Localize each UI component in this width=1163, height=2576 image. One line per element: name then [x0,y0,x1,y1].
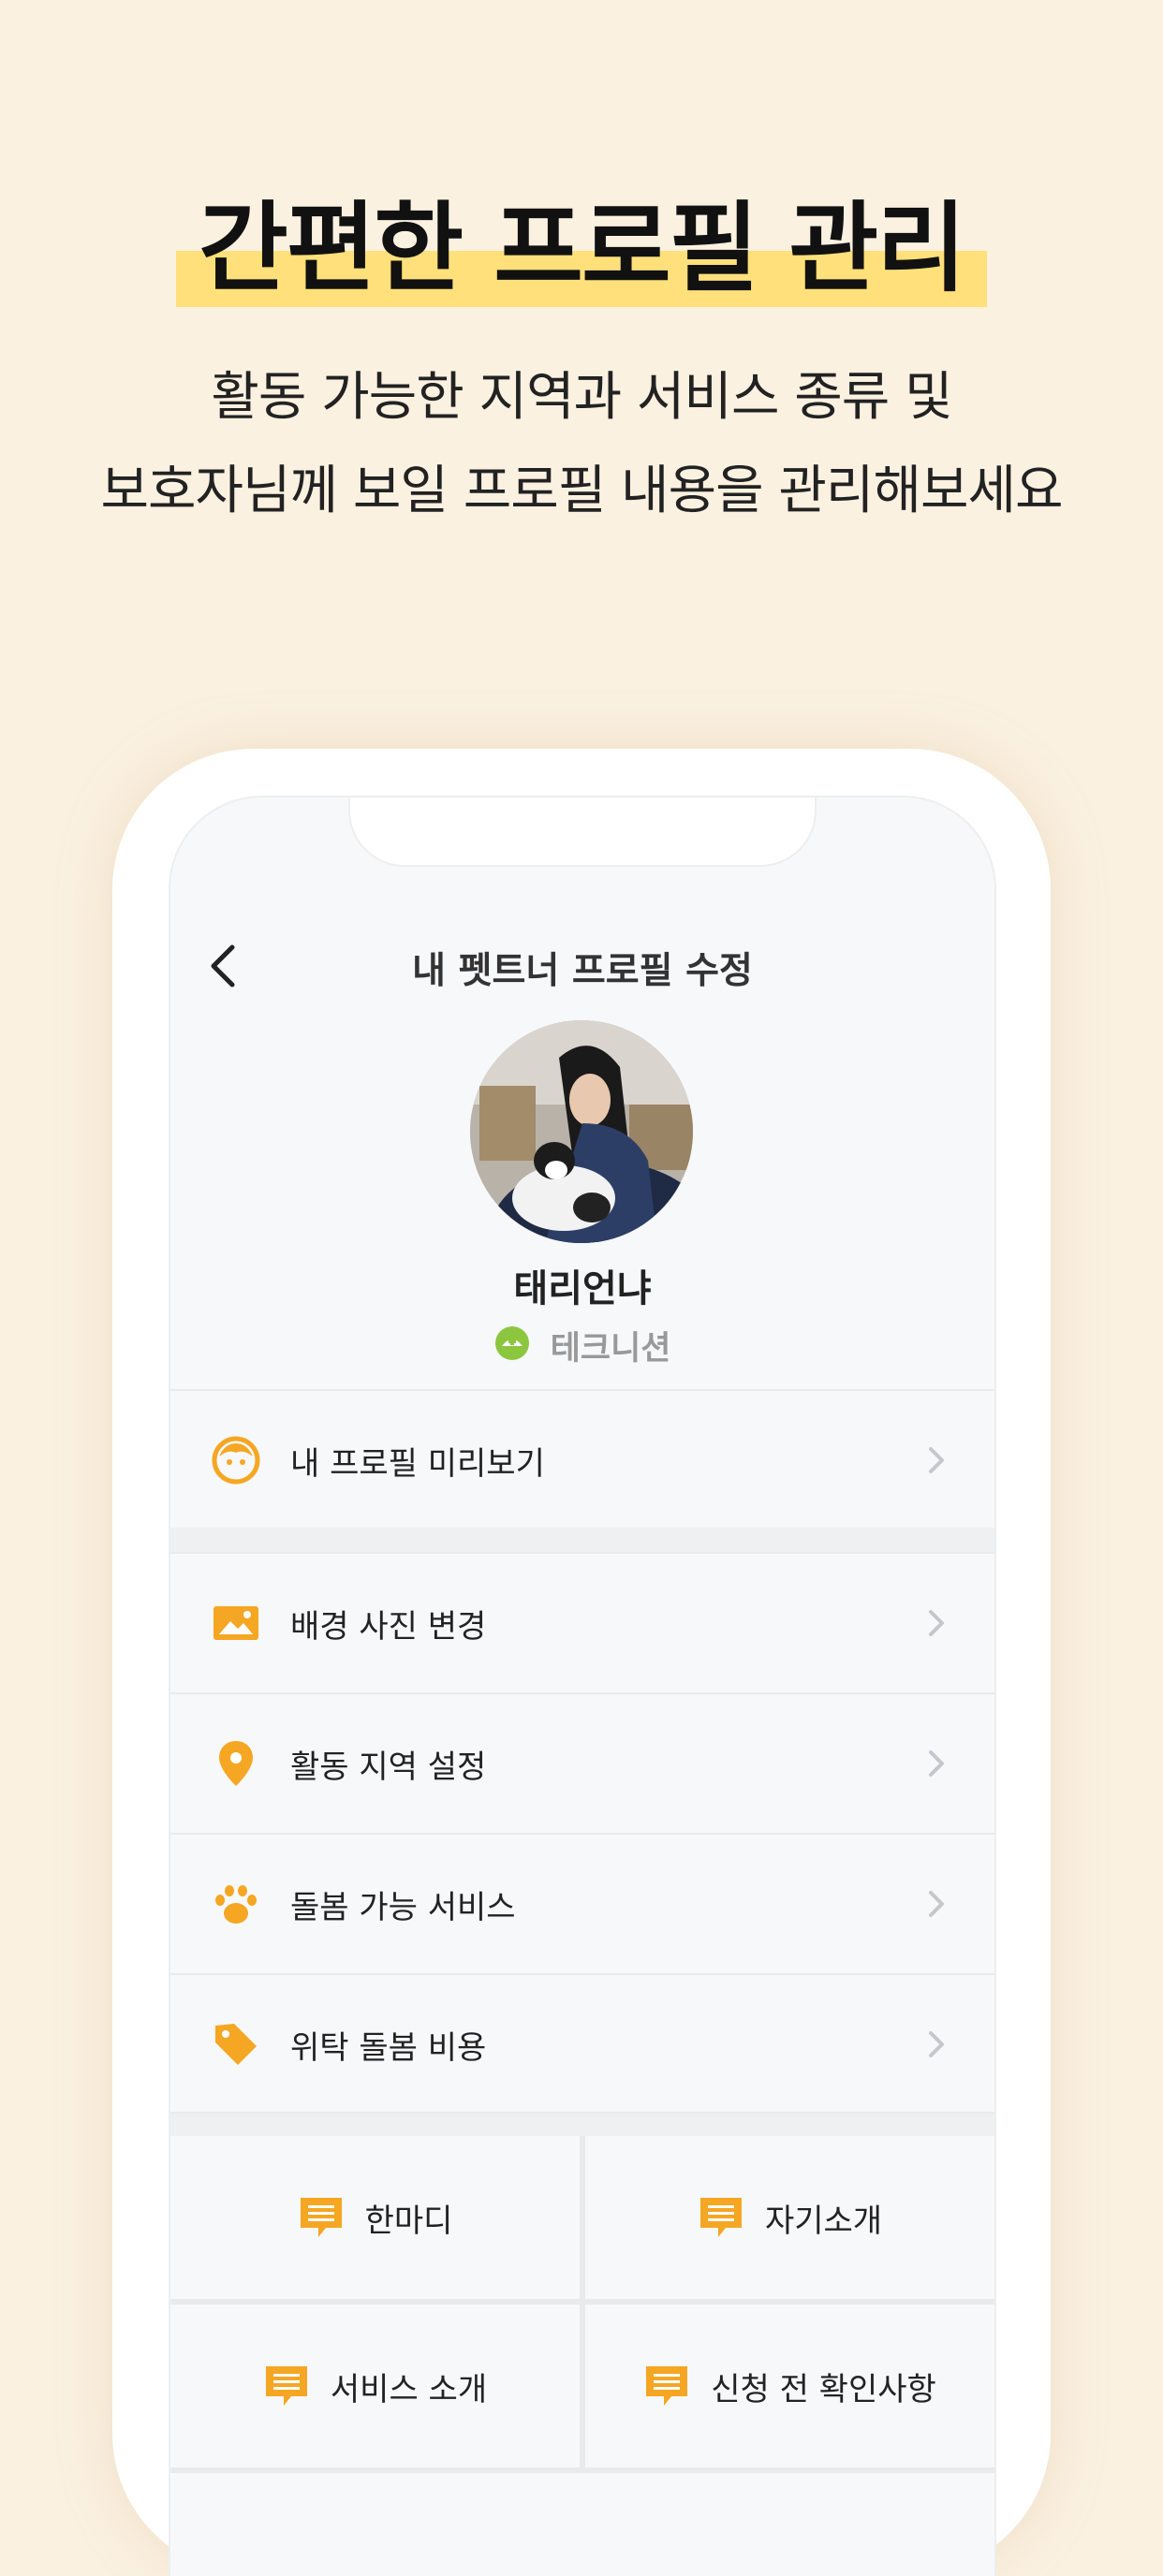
nurse-cap-icon [494,1325,529,1360]
menu-item-label: 배경 사진 변경 [290,1608,487,1646]
grid-item-self-intro[interactable]: 자기소개 [585,2136,994,2299]
subtitle-line-1: 활동 가능한 지역과 서비스 종류 및 [211,367,952,428]
phone-screen: 내 펫트너 프로필 수정 태리언냐 테크니션 내 프로필 미리보기 배경 사진 … [169,796,996,2576]
grid-item-label: 자기소개 [764,2202,883,2240]
menu-item-label: 돌봄 가능 서비스 [290,1889,516,1926]
menu-item-label: 활동 지역 설정 [290,1749,487,1786]
chevron-right-icon [929,2031,944,2057]
headline: 간편한 프로필 관리 [176,187,987,309]
message-icon [300,2198,342,2237]
image-icon [213,1606,258,1640]
profile-name: 태리언냐 [513,1267,652,1310]
page-title: 내 펫트너 프로필 수정 [412,950,753,992]
chevron-right-icon [929,1891,944,1917]
grid-item-service-intro[interactable]: 서비스 소개 [170,2305,580,2467]
price-tag-icon [215,2024,257,2065]
menu-item-label: 내 프로필 미리보기 [290,1445,545,1483]
chevron-right-icon [929,1447,944,1473]
back-button[interactable] [197,938,253,994]
menu-item-label: 위탁 돌봄 비용 [290,2029,487,2067]
phone-notch [348,798,817,867]
chevron-right-icon [929,1610,944,1636]
menu-item-background-photo[interactable]: 배경 사진 변경 [170,1552,994,1690]
subtitle: 활동 가능한 지역과 서비스 종류 및 보호자님께 보일 프로필 내용을 관리해… [0,351,1163,538]
menu-item-boarding-cost[interactable]: 위탁 돌봄 비용 [170,1973,994,2112]
chevron-left-icon [211,944,235,988]
role-badge: 테크니션 [170,1322,994,1369]
section-divider [170,1528,994,1552]
subtitle-line-2: 보호자님께 보일 프로필 내용을 관리해보세요 [100,461,1063,521]
grid-item-pre-check[interactable]: 신청 전 확인사항 [585,2305,994,2467]
paw-icon [215,1885,257,1924]
grid-item-one-liner[interactable]: 한마디 [170,2136,580,2299]
profile-photo [470,1020,693,1243]
headline-container: 간편한 프로필 관리 [0,187,1163,309]
grid-item-label: 한마디 [364,2202,453,2240]
message-icon [646,2366,688,2406]
headline-text: 간편한 프로필 관리 [199,191,966,305]
location-pin-icon [219,1741,253,1786]
message-icon [265,2366,307,2406]
face-icon [212,1436,260,1485]
phone-frame: 내 펫트너 프로필 수정 태리언냐 테크니션 내 프로필 미리보기 배경 사진 … [112,749,1051,2576]
message-icon [699,2198,742,2237]
grid-item-label: 서비스 소개 [330,2370,488,2408]
avatar[interactable] [470,1020,693,1243]
menu-item-care-services[interactable]: 돌봄 가능 서비스 [170,1833,994,1971]
menu-item-activity-area[interactable]: 활동 지역 설정 [170,1692,994,1831]
section-divider [170,2112,994,2138]
grid-item-label: 신청 전 확인사항 [711,2370,936,2408]
role-label: 테크니션 [550,1330,671,1368]
chevron-right-icon [929,1750,944,1777]
menu-item-profile-preview[interactable]: 내 프로필 미리보기 [170,1389,994,1528]
nav-bar: 내 펫트너 프로필 수정 [170,929,994,1003]
